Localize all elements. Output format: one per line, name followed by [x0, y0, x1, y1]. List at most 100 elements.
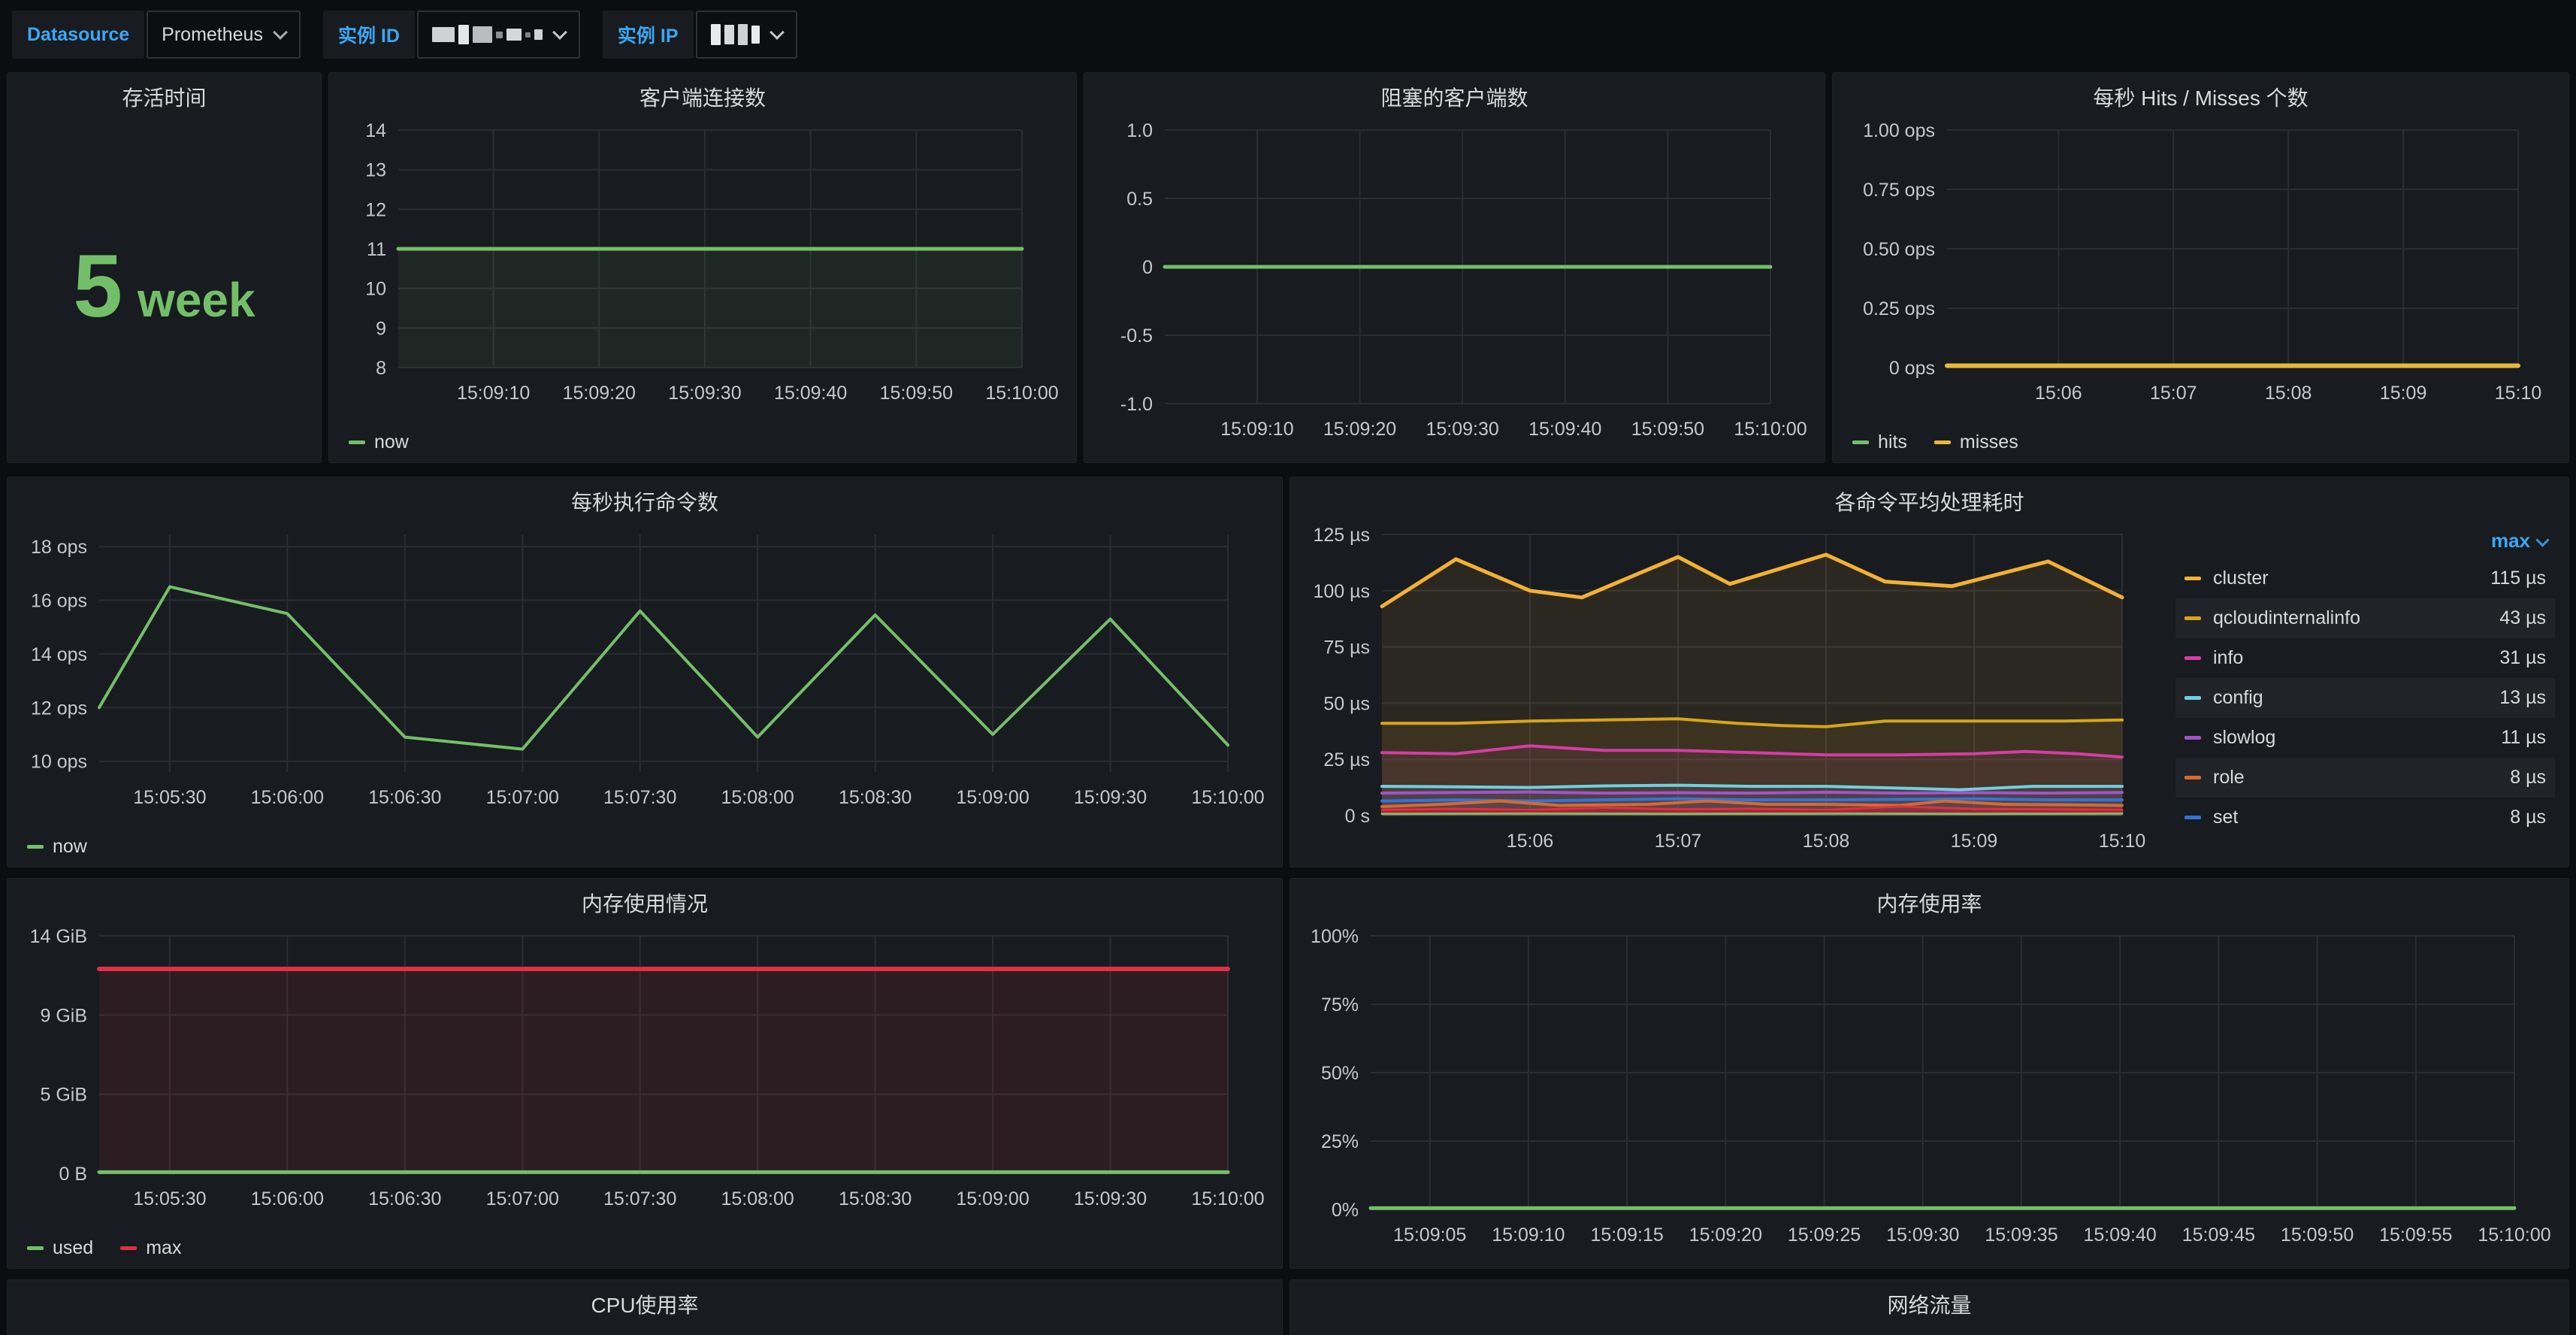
x-axis-tick-label: 15:08:30 — [839, 787, 912, 808]
y-axis-tick-label: 11 — [367, 239, 386, 260]
legend-item-used[interactable]: used — [27, 1237, 93, 1259]
legend-row-set[interactable]: set8 µs — [2175, 798, 2555, 837]
legend-item-hits[interactable]: hits — [1852, 431, 1907, 453]
x-axis-tick-label: 15:10:00 — [1191, 1188, 1264, 1209]
datasource-dropdown[interactable]: Prometheus — [147, 11, 301, 59]
y-axis-tick-label: 0.75 ops — [1863, 180, 1935, 201]
y-axis-tick-label: 50 µs — [1323, 693, 1370, 714]
legend-label: now — [53, 836, 87, 858]
series-name: set — [2213, 807, 2510, 828]
y-axis-tick-label: 100% — [1311, 926, 1359, 947]
panel-title[interactable]: 每秒 Hits / Misses 个数 — [1833, 82, 2568, 112]
variables-toolbar: Datasource Prometheus 实例 ID 实例 IP — [12, 11, 797, 59]
legend-item-max[interactable]: max — [120, 1237, 181, 1259]
x-axis-tick-label: 15:09:35 — [1985, 1225, 2057, 1246]
instance-ip-dropdown[interactable] — [696, 11, 797, 59]
y-axis-tick-label: 0 s — [1345, 806, 1370, 827]
x-axis-tick-label: 15:09:10 — [457, 383, 530, 404]
legend-item-now[interactable]: now — [27, 836, 87, 858]
instance-id-dropdown[interactable] — [417, 11, 580, 59]
x-axis-tick-label: 15:08 — [1803, 831, 1850, 852]
x-axis-tick-label: 15:09:05 — [1393, 1225, 1466, 1246]
redacted-instance-ip — [711, 24, 760, 45]
hits-misses-chart[interactable]: 0 ops0.25 ops0.50 ops0.75 ops1.00 ops15:… — [1842, 117, 2559, 411]
chevron-down-icon — [2535, 533, 2549, 546]
blocked-clients-chart[interactable]: -1.0-0.500.51.015:09:1015:09:2015:09:301… — [1093, 117, 1816, 447]
y-axis-tick-label: 100 µs — [1313, 581, 1370, 602]
panel-blocked-clients: 阻塞的客户端数 -1.0-0.500.51.015:09:1015:09:201… — [1084, 72, 1825, 463]
y-axis-tick-label: 9 GiB — [40, 1005, 87, 1026]
x-axis-tick-label: 15:09:30 — [668, 383, 741, 404]
x-axis-tick-label: 15:09:15 — [1590, 1225, 1663, 1246]
commands-chart[interactable]: 10 ops12 ops14 ops16 ops18 ops15:05:3015… — [17, 521, 1273, 816]
x-axis-tick-label: 15:09:10 — [1492, 1225, 1565, 1246]
legend-marker — [1934, 440, 1951, 444]
redacted-block — [711, 24, 721, 45]
panel-title[interactable]: 各命令平均处理耗时 — [1290, 486, 2568, 516]
y-axis-tick-label: 16 ops — [31, 590, 87, 611]
connections-chart[interactable]: 89101112131415:09:1015:09:2015:09:3015:0… — [338, 117, 1067, 411]
datasource-value: Prometheus — [162, 24, 263, 46]
legend-marker — [120, 1246, 137, 1250]
panel-title[interactable]: 每秒执行命令数 — [8, 486, 1282, 516]
y-axis-tick-label: 1.00 ops — [1863, 120, 1935, 141]
panel-title[interactable]: 内存使用情况 — [8, 888, 1282, 918]
legend-row-slowlog[interactable]: slowlog11 µs — [2175, 718, 2555, 758]
y-axis-tick-label: 5 GiB — [40, 1085, 87, 1106]
legend-marker — [2184, 816, 2201, 819]
legend-stat-header[interactable]: max — [2175, 522, 2555, 559]
y-axis-tick-label: 13 — [365, 160, 386, 181]
y-axis-tick-label: 75 µs — [1323, 637, 1370, 658]
redacted-block — [724, 25, 734, 44]
x-axis-tick-label: 15:09 — [1951, 831, 1998, 852]
legend-marker — [2184, 656, 2201, 660]
x-axis-tick-label: 15:06:30 — [368, 787, 441, 808]
legend-row-role[interactable]: role8 µs — [2175, 758, 2555, 798]
command-latency-chart[interactable]: 0 s25 µs50 µs75 µs100 µs125 µs15:0615:07… — [1299, 521, 2156, 859]
y-axis-tick-label: 0.50 ops — [1863, 239, 1935, 260]
panel-title[interactable]: CPU使用率 — [8, 1289, 1282, 1319]
memory-usage-chart[interactable]: 0 B5 GiB9 GiB14 GiB15:05:3015:06:0015:06… — [17, 922, 1273, 1217]
x-axis-tick-label: 15:07:00 — [486, 787, 559, 808]
y-axis-tick-label: 0 ops — [1889, 358, 1935, 379]
series-max-value: 115 µs — [2490, 568, 2546, 589]
y-axis-tick-label: 1.0 — [1126, 120, 1153, 141]
x-axis-tick-label: 15:10:00 — [1191, 787, 1264, 808]
legend-row-cluster[interactable]: cluster115 µs — [2175, 559, 2555, 598]
legend-row-info[interactable]: info31 µs — [2175, 638, 2555, 678]
redacted-block — [751, 26, 760, 44]
memory-rate-chart[interactable]: 0%25%50%75%100%15:09:0515:09:1015:09:151… — [1299, 922, 2559, 1253]
x-axis-tick-label: 15:09:00 — [956, 1188, 1029, 1209]
stat-header-label: max — [2491, 529, 2530, 552]
y-axis-tick-label: -1.0 — [1120, 394, 1153, 415]
series-max-value: 8 µs — [2510, 767, 2546, 789]
x-axis-tick-label: 15:09:00 — [956, 787, 1029, 808]
legend-marker — [2184, 696, 2201, 700]
y-axis-tick-label: 0 — [1142, 257, 1153, 278]
panel-commands-per-sec: 每秒执行命令数 10 ops12 ops14 ops16 ops18 ops15… — [7, 477, 1283, 867]
legend-item-misses[interactable]: misses — [1934, 431, 2018, 453]
x-axis-tick-label: 15:09:50 — [1631, 419, 1704, 440]
x-axis-tick-label: 15:07:30 — [603, 787, 676, 808]
x-axis-tick-label: 15:07:00 — [486, 1188, 559, 1209]
legend-item-now[interactable]: now — [349, 431, 409, 453]
legend-row-qcloudinternalinfo[interactable]: qcloudinternalinfo43 µs — [2175, 598, 2555, 638]
y-axis-tick-label: 0.5 — [1126, 189, 1153, 210]
y-axis-tick-label: 125 µs — [1313, 525, 1370, 546]
instance-ip-control: 实例 IP — [603, 11, 797, 59]
x-axis-tick-label: 15:09:30 — [1074, 787, 1147, 808]
y-axis-tick-label: -0.5 — [1120, 325, 1153, 347]
panel-title[interactable]: 网络流量 — [1290, 1289, 2568, 1319]
legend-marker — [349, 440, 365, 444]
datasource-control: Datasource Prometheus — [12, 11, 301, 59]
x-axis-tick-label: 15:09:20 — [563, 383, 636, 404]
panel-title[interactable]: 客户端连接数 — [329, 82, 1076, 112]
panel-title[interactable]: 阻塞的客户端数 — [1084, 82, 1825, 112]
legend-row-config[interactable]: config13 µs — [2175, 678, 2555, 718]
redacted-block — [458, 25, 469, 44]
redacted-block — [525, 32, 531, 38]
series-name: qcloudinternalinfo — [2213, 607, 2499, 629]
panel-title[interactable]: 内存使用率 — [1290, 888, 2568, 918]
x-axis-tick-label: 15:06 — [1507, 831, 1554, 852]
series-fill-max — [99, 969, 1228, 1173]
